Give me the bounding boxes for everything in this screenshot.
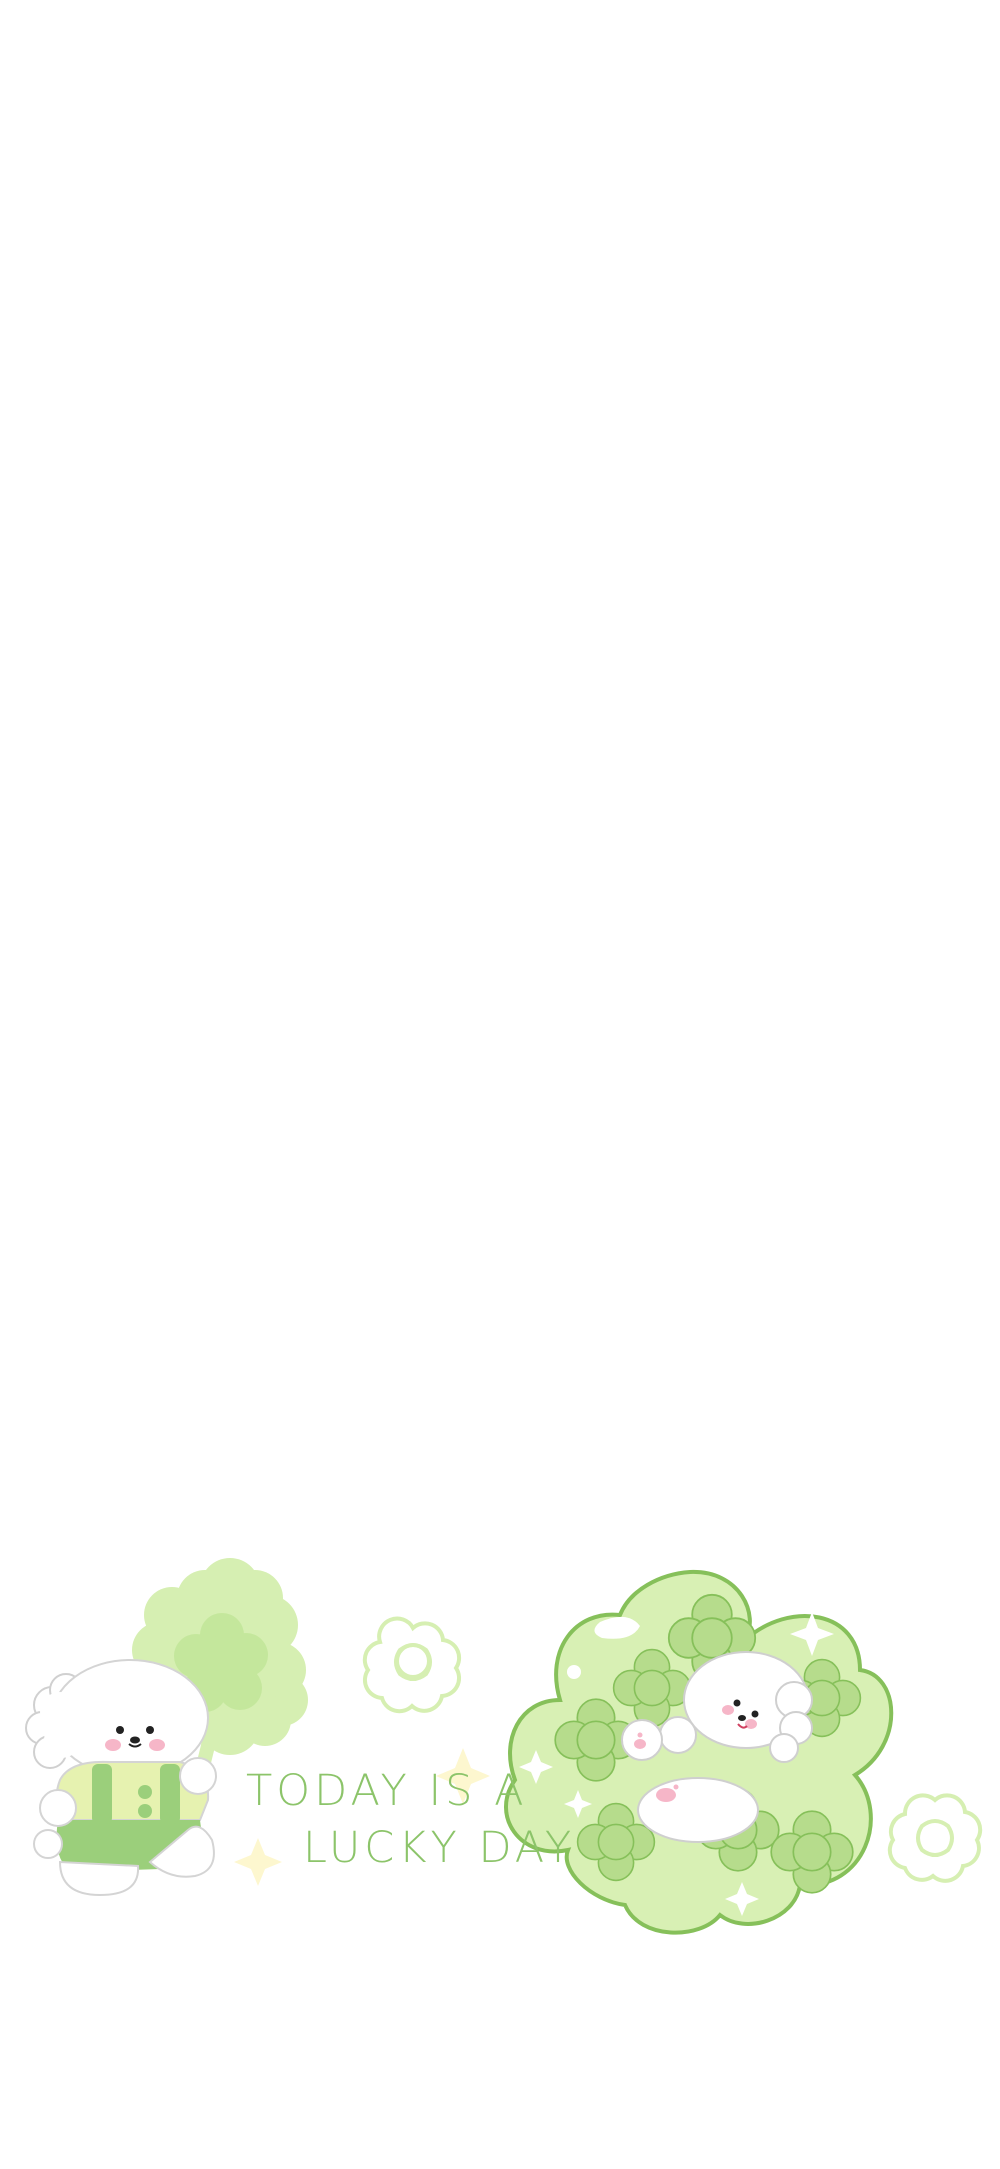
wallpaper-scene: TODAY IS A LUCKY DAY	[0, 0, 1000, 2165]
flower-outline-icon	[362, 1616, 462, 1714]
puppy-icon	[25, 1659, 217, 1897]
flower-outline-icon	[887, 1793, 983, 1883]
caption-line-1: TODAY IS A	[246, 1766, 528, 1816]
caption-line-2: LUCKY DAY	[303, 1823, 576, 1873]
